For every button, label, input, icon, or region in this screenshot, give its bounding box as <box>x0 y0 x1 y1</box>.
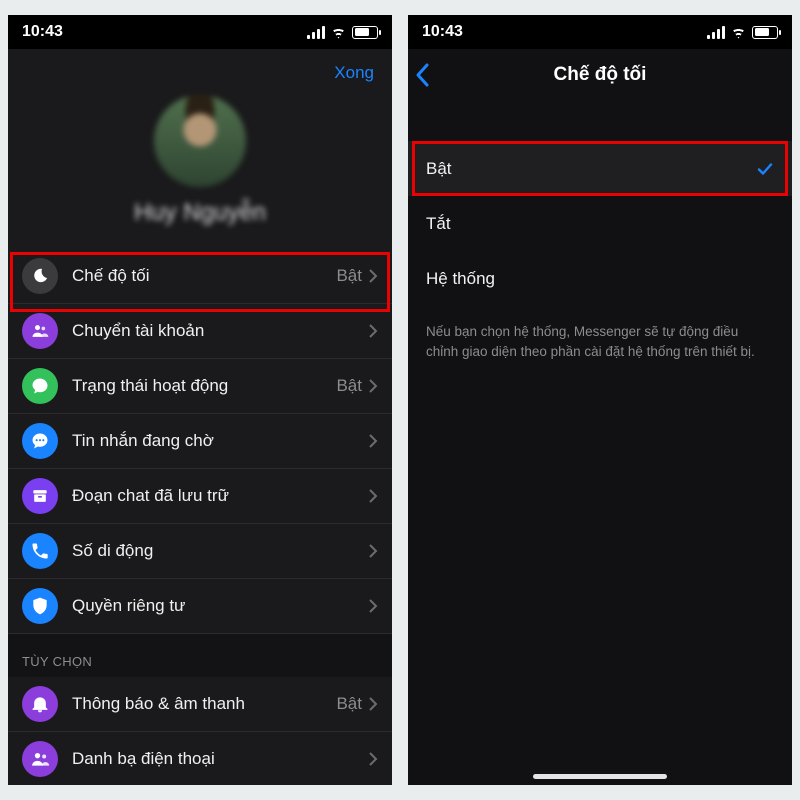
archive-icon <box>22 478 58 514</box>
battery-icon <box>752 26 778 39</box>
option-system[interactable]: Hệ thống <box>408 251 792 306</box>
section-options: TÙY CHỌN <box>8 634 392 677</box>
option-label: Bật <box>426 159 452 179</box>
row-label: Trạng thái hoạt động <box>72 376 336 396</box>
row-phone-contacts[interactable]: Danh bạ điện thoại <box>8 732 392 785</box>
profile-name: Huy Nguyễn <box>134 199 266 227</box>
home-indicator[interactable] <box>533 774 667 779</box>
cellular-icon <box>707 26 725 39</box>
chevron-right-icon <box>368 323 378 339</box>
checkmark-icon <box>756 160 774 178</box>
back-button[interactable] <box>414 49 432 101</box>
helper-text: Nếu bạn chọn hệ thống, Messenger sẽ tự đ… <box>408 306 792 361</box>
settings-screen: Xong Huy Nguyễn Chế độ tối Bật <box>8 49 392 785</box>
phone-dark-mode: 10:43 Chế độ tối Bật <box>408 15 792 785</box>
status-indicators <box>707 26 778 39</box>
row-dark-mode[interactable]: Chế độ tối Bật <box>8 249 392 304</box>
row-label: Số di động <box>72 541 368 561</box>
dark-mode-screen: Chế độ tối Bật Tắt Hệ thống Nếu bạn chọn… <box>408 49 792 785</box>
row-label: Thông báo & âm thanh <box>72 694 336 714</box>
header-actions: Xong <box>8 49 392 89</box>
row-notifications[interactable]: Thông báo & âm thanh Bật <box>8 677 392 732</box>
row-label: Tin nhắn đang chờ <box>72 431 368 451</box>
option-on[interactable]: Bật <box>408 141 792 196</box>
page-title: Chế độ tối <box>554 64 647 86</box>
contacts-icon <box>22 741 58 777</box>
chevron-right-icon <box>368 488 378 504</box>
status-indicators <box>307 26 378 39</box>
status-time: 10:43 <box>22 23 63 41</box>
nav-bar: Chế độ tối <box>408 49 792 101</box>
shield-icon <box>22 588 58 624</box>
bell-icon <box>22 686 58 722</box>
row-label: Chế độ tối <box>72 266 336 286</box>
row-label: Quyền riêng tư <box>72 596 368 616</box>
battery-icon <box>352 26 378 39</box>
message-requests-icon <box>22 423 58 459</box>
row-mobile-number[interactable]: Số di động <box>8 524 392 579</box>
active-status-icon <box>22 368 58 404</box>
chevron-right-icon <box>368 543 378 559</box>
row-value: Bật <box>336 266 362 286</box>
status-bar: 10:43 <box>408 15 792 49</box>
row-value: Bật <box>336 694 362 714</box>
status-time: 10:43 <box>422 23 463 41</box>
row-label: Chuyển tài khoản <box>72 321 368 341</box>
row-switch-account[interactable]: Chuyển tài khoản <box>8 304 392 359</box>
chevron-right-icon <box>368 378 378 394</box>
settings-list: Chế độ tối Bật Chuyển tài khoản Trạng th <box>8 249 392 785</box>
phone-settings: 10:43 Xong Huy Nguyễn <box>8 15 392 785</box>
wifi-icon <box>330 26 347 39</box>
done-button[interactable]: Xong <box>334 63 374 83</box>
chevron-right-icon <box>368 598 378 614</box>
row-value: Bật <box>336 376 362 396</box>
chevron-right-icon <box>368 696 378 712</box>
row-message-requests[interactable]: Tin nhắn đang chờ <box>8 414 392 469</box>
profile-header[interactable]: Huy Nguyễn <box>8 89 392 249</box>
row-label: Danh bạ điện thoại <box>72 749 368 769</box>
chevron-right-icon <box>368 268 378 284</box>
row-privacy[interactable]: Quyền riêng tư <box>8 579 392 634</box>
cellular-icon <box>307 26 325 39</box>
chevron-right-icon <box>368 751 378 767</box>
stage: 10:43 Xong Huy Nguyễn <box>0 0 800 800</box>
option-label: Tắt <box>426 214 451 234</box>
row-archived-chats[interactable]: Đoạn chat đã lưu trữ <box>8 469 392 524</box>
avatar <box>154 95 246 187</box>
row-active-status[interactable]: Trạng thái hoạt động Bật <box>8 359 392 414</box>
row-label: Đoạn chat đã lưu trữ <box>72 486 368 506</box>
switch-account-icon <box>22 313 58 349</box>
wifi-icon <box>730 26 747 39</box>
moon-icon <box>22 258 58 294</box>
dark-mode-options: Bật Tắt Hệ thống <box>408 141 792 306</box>
option-label: Hệ thống <box>426 269 495 289</box>
option-off[interactable]: Tắt <box>408 196 792 251</box>
chevron-right-icon <box>368 433 378 449</box>
status-bar: 10:43 <box>8 15 392 49</box>
phone-icon <box>22 533 58 569</box>
